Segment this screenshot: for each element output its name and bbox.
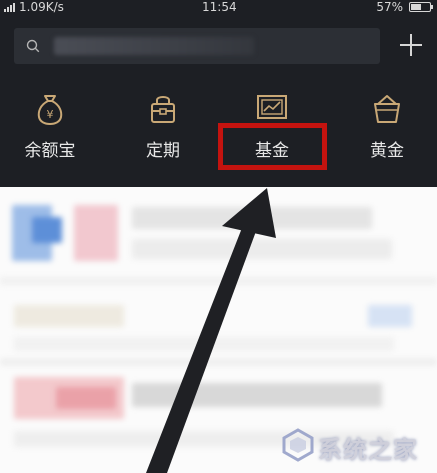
battery-fill [411,4,421,10]
top-panel: 1.09K/s 11:54 57% ¥ 余额宝 定期 基金 黄金 [0,0,437,187]
battery-icon [409,2,433,12]
nav-label: 定期 [146,141,180,161]
nav-item-huangjin[interactable]: 黄金 [347,92,427,172]
watermark-logo-icon [282,428,314,462]
search-box[interactable] [14,28,380,64]
signal-icon [4,2,15,12]
lock-box-icon [151,96,175,123]
blurred-block [14,305,124,327]
battery-percent: 57% [376,0,403,14]
search-icon [26,39,40,53]
blurred-block [32,217,62,243]
money-bag-icon: ¥ [37,95,63,126]
search-input[interactable] [54,37,254,55]
status-right: 57% [376,0,433,14]
watermark: 系统之家 [280,424,432,466]
nav-label: 余额宝 [24,141,76,161]
blurred-block [132,207,372,229]
watermark-text: 系统之家 [318,436,418,464]
blurred-block [0,277,437,285]
nav-item-yuebao[interactable]: ¥ 余额宝 [10,92,90,172]
status-time: 11:54 [202,0,237,14]
blurred-block [0,359,437,365]
status-bar: 1.09K/s 11:54 57% [0,0,437,16]
add-button[interactable] [396,30,426,60]
network-speed: 1.09K/s [19,0,64,14]
svg-text:¥: ¥ [47,108,54,121]
blurred-block [14,337,394,351]
blurred-block [56,387,116,409]
blurred-block [132,239,392,259]
status-left: 1.09K/s [4,0,64,14]
highlight-box [218,123,327,170]
blurred-block [132,383,382,407]
blurred-block [368,305,412,327]
nav-label: 黄金 [370,141,404,161]
chart-frame-icon [257,95,287,119]
nav-item-dingqi[interactable]: 定期 [123,92,203,172]
gold-basket-icon [374,95,400,123]
blurred-block [74,205,118,261]
